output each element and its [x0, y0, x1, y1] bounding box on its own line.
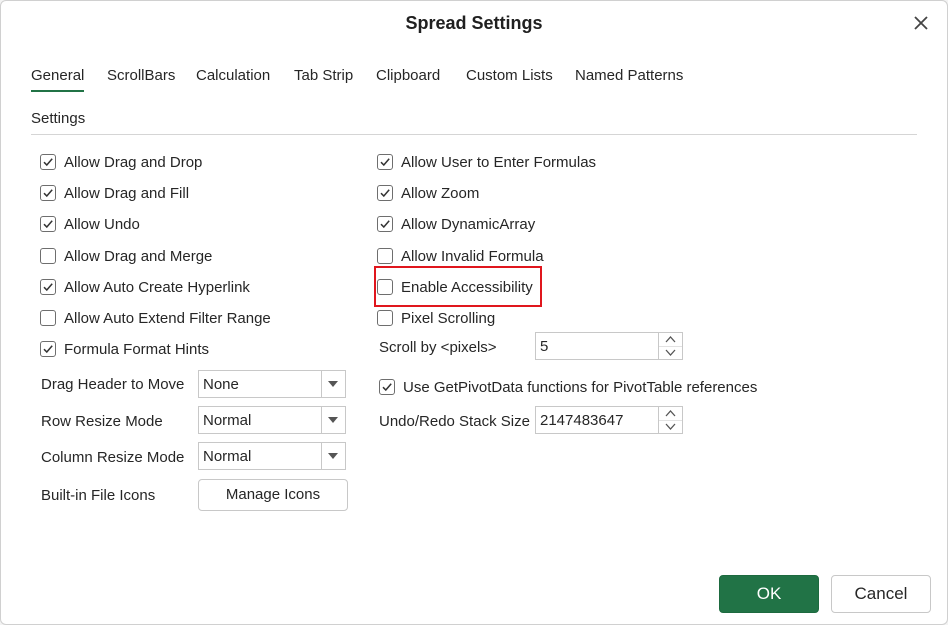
- allow-drag-and-drop-checkbox[interactable]: Allow Drag and Drop: [40, 152, 202, 172]
- row-resize-select[interactable]: Normal: [198, 406, 346, 434]
- allow-drag-and-fill-checkbox[interactable]: Allow Drag and Fill: [40, 183, 189, 203]
- allow-undo-checkbox[interactable]: Allow Undo: [40, 214, 140, 234]
- scroll-by-input[interactable]: [540, 337, 652, 355]
- checkmark-icon: [43, 189, 53, 198]
- checkmark-icon: [43, 345, 53, 354]
- allow-dynamic-array-checkbox[interactable]: Allow DynamicArray: [377, 214, 535, 234]
- undo-stack-spinner[interactable]: [535, 406, 683, 434]
- undo-stack-label: Undo/Redo Stack Size: [379, 413, 530, 430]
- checkbox-label: Allow Drag and Drop: [64, 153, 203, 171]
- ok-button[interactable]: OK: [719, 575, 819, 613]
- checkbox-box[interactable]: [379, 379, 395, 395]
- checkbox-label: Allow Auto Extend Filter Range: [64, 309, 271, 327]
- allow-auto-extend-filter-range-checkbox[interactable]: Allow Auto Extend Filter Range: [40, 308, 271, 328]
- column-resize-label: Column Resize Mode: [41, 449, 185, 466]
- undo-stack-input[interactable]: [540, 411, 652, 429]
- column-resize-value: Normal: [203, 448, 252, 465]
- checkbox-label: Allow Undo: [64, 215, 140, 233]
- tab-named-patterns[interactable]: Named Patterns: [575, 67, 683, 90]
- checkbox-label: Use GetPivotData functions for PivotTabl…: [403, 378, 758, 396]
- spinner-arrows: [658, 407, 682, 433]
- scroll-by-spinner[interactable]: [535, 332, 683, 360]
- checkbox-box[interactable]: [377, 216, 393, 232]
- checkbox-label: Pixel Scrolling: [401, 309, 496, 327]
- checkbox-box[interactable]: [40, 341, 56, 357]
- allow-auto-create-hyperlink-checkbox[interactable]: Allow Auto Create Hyperlink: [40, 277, 250, 297]
- chevron-up-icon: [665, 410, 676, 417]
- tab-scrollbars[interactable]: ScrollBars: [107, 67, 175, 90]
- checkbox-box[interactable]: [40, 185, 56, 201]
- checkbox-box[interactable]: [377, 248, 393, 264]
- checkbox-box[interactable]: [40, 310, 56, 326]
- checkbox-box[interactable]: [377, 279, 393, 295]
- spin-down-button[interactable]: [659, 420, 682, 433]
- checkbox-box[interactable]: [40, 279, 56, 295]
- chevron-down-icon: [328, 417, 338, 423]
- use-getpivotdata-checkbox[interactable]: Use GetPivotData functions for PivotTabl…: [379, 377, 757, 397]
- spinner-arrows: [658, 333, 682, 359]
- checkmark-icon: [380, 220, 390, 229]
- checkmark-icon: [380, 189, 390, 198]
- row-resize-value: Normal: [203, 412, 252, 429]
- pixel-scrolling-checkbox[interactable]: Pixel Scrolling: [377, 308, 495, 328]
- checkmark-icon: [43, 283, 53, 292]
- checkbox-label: Allow User to Enter Formulas: [401, 153, 597, 171]
- checkmark-icon: [382, 383, 392, 392]
- column-resize-select[interactable]: Normal: [198, 442, 346, 470]
- cancel-button[interactable]: Cancel: [831, 575, 931, 613]
- chevron-down-icon: [665, 349, 676, 356]
- chevron-down-icon: [665, 423, 676, 430]
- formula-format-hints-checkbox[interactable]: Formula Format Hints: [40, 339, 209, 359]
- checkbox-label: Formula Format Hints: [64, 340, 210, 358]
- file-icons-label: Built-in File Icons: [41, 487, 156, 504]
- chevron-up-icon: [665, 336, 676, 343]
- scroll-by-label: Scroll by <pixels>: [379, 339, 497, 356]
- allow-drag-and-merge-checkbox[interactable]: Allow Drag and Merge: [40, 246, 212, 266]
- checkbox-label: Allow Auto Create Hyperlink: [64, 278, 250, 296]
- dropdown-button[interactable]: [321, 407, 345, 433]
- section-divider: [31, 134, 917, 135]
- checkbox-box[interactable]: [377, 154, 393, 170]
- drag-header-label: Drag Header to Move: [41, 376, 185, 393]
- dialog-title: Spread Settings: [405, 13, 543, 33]
- chevron-down-icon: [328, 381, 338, 387]
- allow-invalid-formula-checkbox[interactable]: Allow Invalid Formula: [377, 246, 544, 266]
- tab-clipboard[interactable]: Clipboard: [376, 67, 440, 90]
- tab-general[interactable]: General: [31, 67, 85, 92]
- allow-user-enter-formulas-checkbox[interactable]: Allow User to Enter Formulas: [377, 152, 596, 172]
- tab-tab-strip[interactable]: Tab Strip: [294, 67, 353, 90]
- spin-up-button[interactable]: [659, 333, 682, 347]
- manage-icons-button[interactable]: Manage Icons: [198, 479, 348, 511]
- close-button[interactable]: [909, 11, 933, 35]
- enable-accessibility-checkbox[interactable]: Enable Accessibility: [377, 277, 533, 297]
- chevron-down-icon: [328, 453, 338, 459]
- checkbox-box[interactable]: [40, 154, 56, 170]
- row-resize-label: Row Resize Mode: [41, 413, 163, 430]
- tab-calculation[interactable]: Calculation: [196, 67, 270, 90]
- dropdown-button[interactable]: [321, 443, 345, 469]
- checkbox-label: Allow DynamicArray: [401, 215, 536, 233]
- checkbox-label: Allow Zoom: [401, 184, 480, 202]
- allow-zoom-checkbox[interactable]: Allow Zoom: [377, 183, 479, 203]
- checkbox-label: Allow Invalid Formula: [401, 247, 544, 265]
- checkbox-box[interactable]: [377, 185, 393, 201]
- checkbox-box[interactable]: [40, 216, 56, 232]
- checkbox-label: Allow Drag and Merge: [64, 247, 213, 265]
- close-icon: [914, 16, 928, 30]
- spin-down-button[interactable]: [659, 346, 682, 359]
- drag-header-select[interactable]: None: [198, 370, 346, 398]
- checkmark-icon: [43, 158, 53, 167]
- tab-custom-lists[interactable]: Custom Lists: [466, 67, 553, 90]
- checkmark-icon: [43, 220, 53, 229]
- section-label: Settings: [31, 110, 86, 127]
- spin-up-button[interactable]: [659, 407, 682, 421]
- checkmark-icon: [380, 158, 390, 167]
- checkbox-label: Enable Accessibility: [401, 278, 533, 296]
- drag-header-value: None: [203, 376, 239, 393]
- checkbox-box[interactable]: [377, 310, 393, 326]
- checkbox-label: Allow Drag and Fill: [64, 184, 190, 202]
- dropdown-button[interactable]: [321, 371, 345, 397]
- checkbox-box[interactable]: [40, 248, 56, 264]
- spread-settings-dialog: Spread Settings General ScrollBars Calcu…: [0, 0, 948, 625]
